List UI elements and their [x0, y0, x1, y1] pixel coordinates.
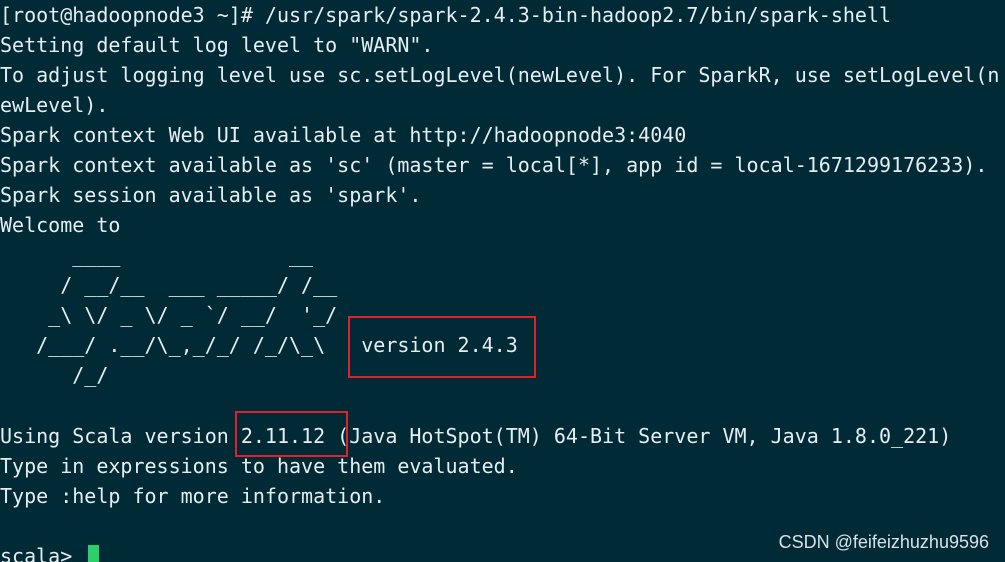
csdn-watermark: CSDN @feifeizhuzhu9596 [778, 532, 989, 552]
log-adjust-line: To adjust logging level use sc.setLogLev… [0, 63, 1000, 87]
scala-version-highlight-box [235, 411, 348, 457]
spark-logo-line-5: /_/ [0, 363, 109, 387]
web-ui-line: Spark context Web UI available at http:/… [0, 123, 687, 147]
shell-command-line: [root@hadoopnode3 ~]# /usr/spark/spark-2… [0, 3, 892, 27]
scala-prompt-line[interactable]: scala> [0, 541, 100, 562]
welcome-line: Welcome to [0, 213, 121, 237]
version-highlight-box [348, 316, 536, 378]
scala-prompt: scala> [0, 544, 85, 562]
spark-session-line: Spark session available as 'spark'. [0, 183, 422, 207]
help-info-line: Type :help for more information. [0, 484, 386, 508]
terminal-cursor[interactable] [88, 545, 100, 562]
spark-logo-line-3: _\ \/ _ \/ _ `/ __/ '_/ [0, 303, 338, 327]
spark-logo-line-2: / __/__ ___ _____/ /__ [0, 273, 338, 297]
spark-context-line: Spark context available as 'sc' (master … [0, 153, 988, 177]
spark-logo-line-1: ____ __ [0, 243, 314, 267]
scala-version-line: Using Scala version 2.11.12 (Java HotSpo… [0, 424, 952, 448]
log-adjust-line-wrap: ewLevel). [0, 93, 109, 117]
terminal-window[interactable]: [root@hadoopnode3 ~]# /usr/spark/spark-2… [0, 0, 1005, 562]
log-level-line: Setting default log level to "WARN". [0, 33, 434, 57]
